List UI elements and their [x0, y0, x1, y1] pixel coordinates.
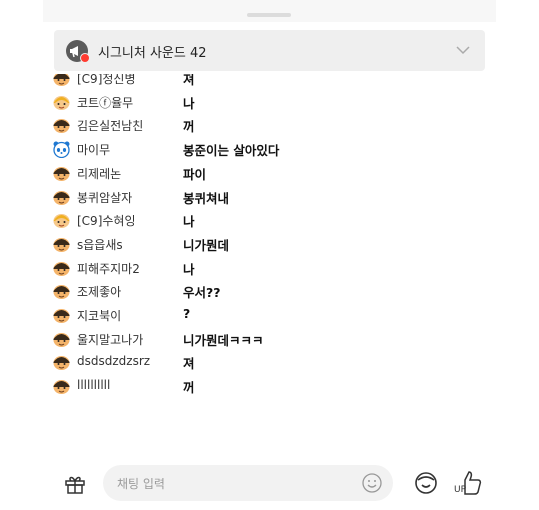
- chat-message-text: 파이: [183, 166, 207, 182]
- megaphone-icon: [66, 40, 90, 63]
- chat-message-text: 니가뭔데ㅋㅋㅋ: [183, 332, 264, 348]
- chat-nickname[interactable]: 봉퀴암살자: [77, 189, 132, 206]
- chat-message-row[interactable]: 울지말고나가 니가뭔데ㅋㅋㅋ: [53, 329, 473, 349]
- chat-nickname[interactable]: 코트ⓕ율무: [77, 94, 133, 111]
- chat-nickname[interactable]: 피해주지마2: [77, 260, 140, 277]
- up-label: UP: [454, 485, 467, 495]
- chat-nickname[interactable]: 조제좋아: [77, 283, 121, 300]
- chat-message-text: 봉퀴쳐내: [183, 190, 230, 206]
- chat-message-row[interactable]: 리제레논 파이: [53, 163, 473, 183]
- chat-message-text: 우서??: [183, 285, 221, 301]
- up-button[interactable]: UP: [453, 468, 483, 500]
- face-icon[interactable]: [53, 331, 70, 348]
- chat-nickname[interactable]: 리제레논: [77, 165, 121, 182]
- face-icon[interactable]: [53, 260, 70, 277]
- chat-message-row[interactable]: [C9]정신병 져: [53, 74, 473, 88]
- chat-nickname[interactable]: 지코북이: [77, 307, 121, 324]
- chat-nickname[interactable]: [C9]정신병: [77, 74, 136, 87]
- chat-message-text: 져: [183, 356, 195, 372]
- face-icon[interactable]: [53, 307, 70, 324]
- face-icon[interactable]: [53, 117, 70, 134]
- chat-nickname[interactable]: llllllllll: [77, 378, 110, 392]
- chat-message-text: 나: [183, 95, 195, 111]
- chat-message-text: 봉준이는 살아있다: [183, 143, 280, 159]
- face-icon[interactable]: [53, 283, 70, 300]
- face-icon[interactable]: [53, 189, 70, 206]
- chat-nickname[interactable]: [C9]수혀잉: [77, 212, 136, 229]
- chat-message-row[interactable]: [C9]수혀잉 나: [53, 210, 473, 230]
- panda-face-icon[interactable]: [53, 141, 70, 159]
- chat-message-row[interactable]: 김은실전남친 꺼: [53, 115, 473, 135]
- chat-nickname[interactable]: s읍읍새s: [77, 236, 123, 253]
- chat-message-row[interactable]: 코트ⓕ율무 나: [53, 92, 473, 112]
- chat-input[interactable]: 채팅 입력: [103, 465, 393, 501]
- face-icon[interactable]: [53, 354, 70, 371]
- chat-input-placeholder: 채팅 입력: [117, 477, 165, 491]
- face-icon[interactable]: [53, 378, 70, 395]
- chat-message-row[interactable]: llllllllll 꺼: [53, 376, 473, 396]
- chat-nickname[interactable]: dsdsdzdzsrz: [77, 354, 150, 368]
- chat-message-text: 꺼: [183, 380, 195, 396]
- chat-message-row[interactable]: 지코북이?: [53, 305, 473, 325]
- thumbs-up-icon: UP: [454, 471, 482, 495]
- chat-message-text: ?: [183, 306, 191, 321]
- gift-icon[interactable]: [63, 472, 87, 496]
- chat-nickname[interactable]: 마이무: [77, 141, 110, 158]
- drag-handle[interactable]: [247, 13, 291, 17]
- chat-nickname[interactable]: 김은실전남친: [77, 117, 143, 134]
- notification-dot: [80, 53, 90, 63]
- chat-panel: 시그니처 사운드 42 [C9]정신병 져 코트ⓕ율무 나 김은실전남친 꺼 마이무 봉준이는…: [43, 0, 496, 510]
- chat-message-row[interactable]: 마이무 봉준이는 살아있다: [53, 139, 473, 159]
- chat-message-text: 나: [183, 261, 195, 277]
- chat-message-text: 나: [183, 214, 195, 230]
- chat-message-row[interactable]: 조제좋아 우서??: [53, 281, 473, 301]
- face-icon[interactable]: [53, 74, 70, 87]
- chat-nickname[interactable]: 울지말고나가: [77, 331, 143, 348]
- face-icon[interactable]: [53, 165, 70, 182]
- blonde-face-icon[interactable]: [53, 94, 70, 111]
- chat-message-row[interactable]: dsdsdzdzsrz 져: [53, 352, 473, 372]
- chevron-down-icon[interactable]: [455, 42, 471, 58]
- chat-message-text: 꺼: [183, 119, 195, 135]
- notice-title: 시그니처 사운드 42: [98, 46, 207, 61]
- chat-message-row[interactable]: 봉퀴암살자 봉퀴쳐내: [53, 187, 473, 207]
- chat-message-text: 져: [183, 74, 195, 87]
- top-strip: [43, 0, 496, 22]
- message-list[interactable]: [C9]정신병 져 코트ⓕ율무 나 김은실전남친 꺼 마이무 봉준이는 살아있다 리제레논 파이 봉…: [43, 74, 496, 456]
- sticker-icon[interactable]: [413, 470, 439, 496]
- chat-message-row[interactable]: s읍읍새s 니가뭔데: [53, 234, 473, 254]
- chat-input-bar: 채팅 입력 UP: [43, 458, 496, 510]
- face-icon[interactable]: [53, 236, 70, 253]
- emoji-icon[interactable]: [361, 472, 383, 494]
- chat-message-row[interactable]: 피해주지마2 나: [53, 258, 473, 278]
- blonde-face-icon[interactable]: [53, 212, 70, 229]
- chat-message-text: 니가뭔데: [183, 237, 230, 253]
- notice-bar[interactable]: 시그니처 사운드 42: [54, 30, 485, 71]
